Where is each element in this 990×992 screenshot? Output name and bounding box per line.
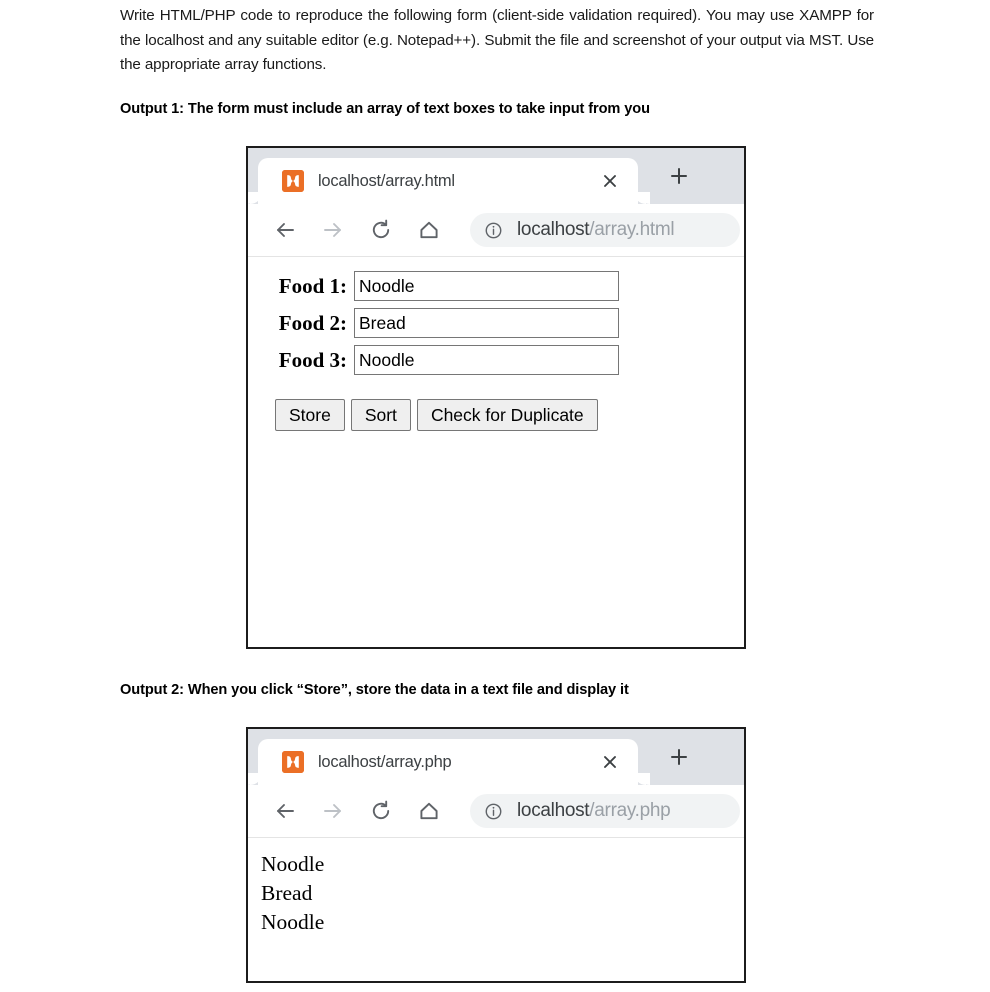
address-bar[interactable]: localhost/array.html [470,213,740,247]
tab-strip: localhost/array.php [248,729,744,785]
food-3-label: Food 3: [278,347,347,372]
address-path: /array.html [589,219,675,240]
output-line: Noodle [261,852,325,876]
form-row: Food 1: Noodle [262,271,744,301]
address-path: /array.php [589,800,671,821]
check-for-duplicate-button[interactable]: Check for Duplicate [416,399,598,431]
address-bar-url: localhost/array.php [517,800,671,822]
new-tab-icon[interactable] [668,165,690,187]
forward-arrow-icon [316,794,350,828]
browser-window-array-html: localhost/array.html localhost/array.htm… [246,146,746,649]
browser-window-array-php: localhost/array.php localhost/array.php … [246,727,746,983]
tab-title: localhost/array.php [318,752,452,771]
food-2-label: Food 2: [278,310,347,335]
forward-arrow-icon [316,213,350,247]
food-array-form: Food 1: Noodle Food 2: Bread Food 3: Noo… [248,257,744,431]
page-viewport-array-php: Noodle Bread Noodle [248,838,744,978]
close-icon[interactable] [600,171,620,191]
output-2-heading: Output 2: When you click “Store”, store … [120,682,629,698]
output-1-heading: Output 1: The form must include an array… [120,101,650,117]
reload-icon[interactable] [364,213,398,247]
tab-strip: localhost/array.html [248,148,744,204]
food-1-input[interactable]: Noodle [354,271,619,301]
browser-toolbar: localhost/array.php [248,785,744,838]
food-1-label: Food 1: [278,273,347,298]
form-row: Food 2: Bread [262,308,744,338]
store-button[interactable]: Store [275,399,345,431]
browser-tab-array-php[interactable]: localhost/array.php [248,739,650,785]
food-2-input[interactable]: Bread [354,308,619,338]
page-viewport-array-html: Food 1: Noodle Food 2: Bread Food 3: Noo… [248,257,744,644]
sort-button[interactable]: Sort [350,399,411,431]
close-icon[interactable] [600,752,620,772]
output-line: Bread [261,881,313,905]
stored-data-output: Noodle Bread Noodle [248,838,744,937]
address-bar-url: localhost/array.html [517,219,675,241]
new-tab-icon[interactable] [668,746,690,768]
browser-tab-array-html[interactable]: localhost/array.html [248,158,650,204]
address-host: localhost [517,800,590,821]
browser-toolbar: localhost/array.html [248,204,744,257]
xampp-favicon [282,170,304,192]
address-host: localhost [517,219,590,240]
question-text: Write HTML/PHP code to reproduce the fol… [120,7,874,73]
xampp-favicon [282,751,304,773]
info-icon[interactable] [484,221,503,240]
tab-title: localhost/array.html [318,171,455,190]
back-arrow-icon[interactable] [268,794,302,828]
form-button-row: Store Sort Check for Duplicate [275,399,744,431]
form-row: Food 3: Noodle [262,345,744,375]
reload-icon[interactable] [364,794,398,828]
back-arrow-icon[interactable] [268,213,302,247]
home-icon[interactable] [412,213,446,247]
address-bar[interactable]: localhost/array.php [470,794,740,828]
question-block: Write HTML/PHP code to reproduce the fol… [120,4,874,78]
food-3-input[interactable]: Noodle [354,345,619,375]
info-icon[interactable] [484,802,503,821]
home-icon[interactable] [412,794,446,828]
output-line: Noodle [261,910,325,934]
